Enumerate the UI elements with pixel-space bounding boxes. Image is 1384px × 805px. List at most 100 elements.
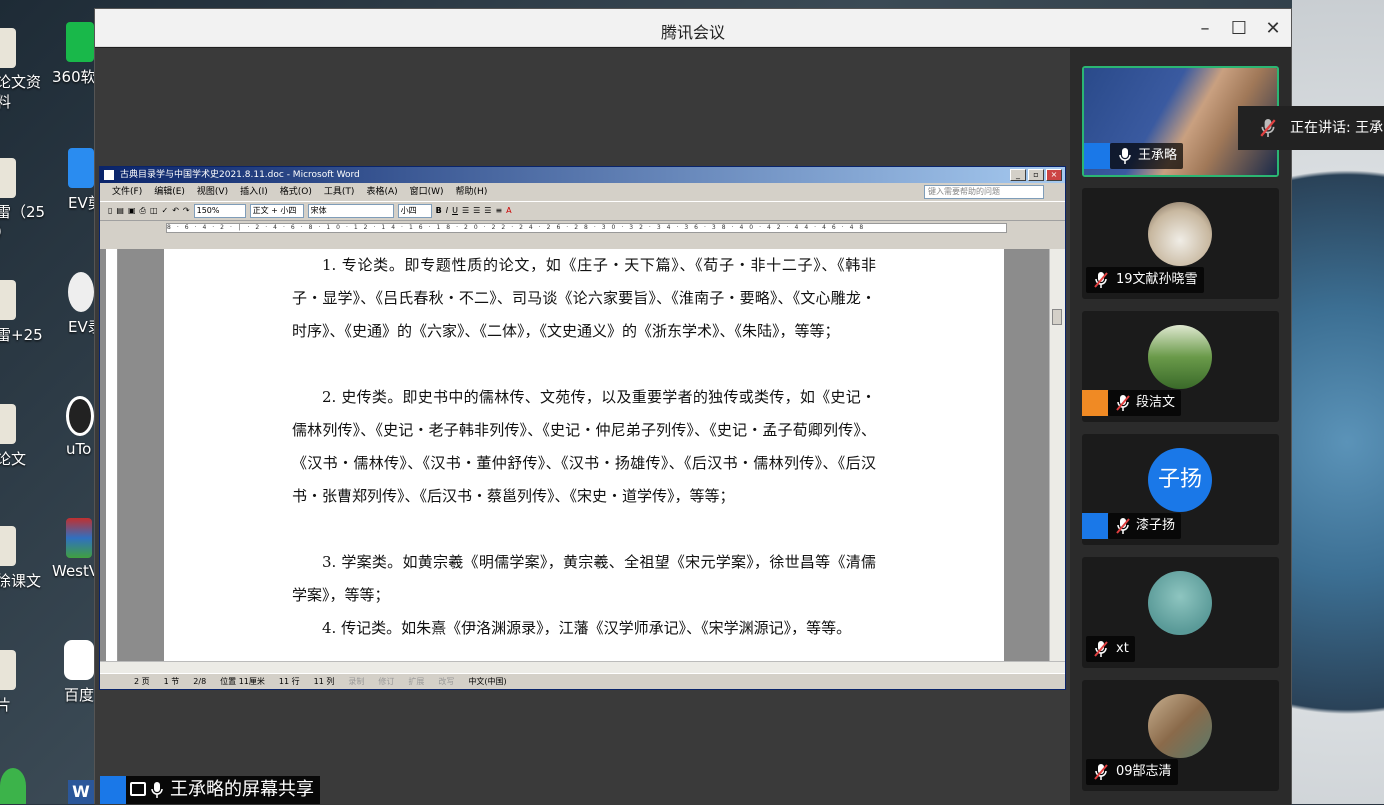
underline-button[interactable]: U xyxy=(452,202,458,220)
align-right-icon[interactable]: ☰ xyxy=(484,202,491,220)
minimize-button[interactable]: – xyxy=(1191,15,1219,43)
word-toolbar: ▯ ▤ ▣ ⎙ ◫ ✓ ↶ ↷ 150% 正文 + 小四 宋体 小四 B I U… xyxy=(100,201,1065,221)
desktop-icon-utools[interactable]: uTo xyxy=(66,396,94,458)
vertical-ruler[interactable] xyxy=(106,249,118,661)
desktop-icon-label: 百度 xyxy=(64,686,95,704)
desktop-icon-baidu[interactable]: 百度 xyxy=(64,640,94,705)
desktop-icon-label: 片 xyxy=(0,696,12,714)
status-ovr[interactable]: 改写 xyxy=(438,674,454,689)
document-page[interactable]: 1. 专论类。即专题性质的论文，如《庄子・天下篇》、《荀子・非十二子》、《韩非子… xyxy=(164,249,1004,661)
desktop-icon-doc-25[interactable]: 雷（25 ） xyxy=(0,158,45,242)
file-icon xyxy=(0,280,16,320)
horizontal-ruler[interactable]: 8·6·4·2·│·2·4·6·8·10·12·14·16·18·20·22·2… xyxy=(100,221,1065,235)
save-icon[interactable]: ▣ xyxy=(128,202,136,220)
bold-button[interactable]: B xyxy=(436,202,442,220)
font-select[interactable]: 宋体 xyxy=(307,204,394,218)
desktop-icon-papers[interactable]: 论文资 料 xyxy=(0,28,41,112)
list-icon[interactable]: ≡ xyxy=(495,202,502,220)
size-select[interactable]: 小四 xyxy=(397,204,432,218)
word-title-bar[interactable]: 古典目录学与中国学术史2021.8.11.doc - Microsoft Wor… xyxy=(100,167,1065,183)
desktop-icon-label: 雷+25 xyxy=(0,326,43,344)
participant-tile[interactable]: 子扬 漆子扬 xyxy=(1082,434,1279,545)
desktop-icon-pictures[interactable]: 片 xyxy=(0,650,16,715)
scroll-thumb[interactable] xyxy=(1052,309,1062,325)
ruler-scale: 8·6·4·2·│·2·4·6·8·10·12·14·16·18·20·22·2… xyxy=(166,223,1007,233)
menu-insert[interactable]: 插入(I) xyxy=(240,183,268,201)
desktop-icon-label: 论文 xyxy=(0,450,27,468)
status-trk[interactable]: 修订 xyxy=(378,674,394,689)
status-pages: 2/8 xyxy=(193,677,207,686)
participant-name-bar: 09郜志清 xyxy=(1086,759,1178,785)
menu-table[interactable]: 表格(A) xyxy=(366,183,397,201)
file-icon xyxy=(0,404,16,444)
desktop-icon-label: 徐课文 xyxy=(0,572,42,590)
participant-name-bar: 漆子扬 xyxy=(1108,513,1182,539)
new-doc-icon[interactable]: ▯ xyxy=(108,202,112,220)
utools-icon xyxy=(66,396,94,436)
menu-edit[interactable]: 编辑(E) xyxy=(154,183,185,201)
align-center-icon[interactable]: ☰ xyxy=(473,202,480,220)
screen-icon xyxy=(130,782,146,796)
file-icon xyxy=(0,650,16,690)
participant-name: 王承略 xyxy=(1138,148,1178,163)
vertical-scrollbar[interactable] xyxy=(1049,249,1065,661)
open-icon[interactable]: ▤ xyxy=(116,202,124,220)
status-col: 11 列 xyxy=(313,677,335,686)
participant-name: 19文献孙晓雪 xyxy=(1116,272,1198,287)
avatar-dog xyxy=(1148,202,1212,266)
word-app-icon[interactable]: W xyxy=(68,780,94,804)
user-badge-icon xyxy=(1082,513,1108,539)
title-bar[interactable]: 腾讯会议 – ☐ ✕ xyxy=(95,9,1291,47)
status-rec[interactable]: 录制 xyxy=(348,674,364,689)
status-ext[interactable]: 扩展 xyxy=(408,674,424,689)
menu-window[interactable]: 窗口(W) xyxy=(410,183,444,201)
font-color-icon[interactable]: A xyxy=(506,202,511,220)
menu-file[interactable]: 文件(F) xyxy=(112,183,142,201)
mic-muted-icon xyxy=(1094,272,1108,288)
participant-name: 09郜志清 xyxy=(1116,764,1172,779)
horizontal-scrollbar[interactable] xyxy=(100,661,1065,673)
desktop-icon-label: 雷（25 ） xyxy=(0,203,46,241)
participant-name: 漆子扬 xyxy=(1136,518,1176,533)
word-close-button[interactable]: × xyxy=(1046,169,1062,181)
desktop-icon-courseware[interactable]: 徐课文 xyxy=(0,526,41,591)
desktop-icon-360[interactable]: 360软 xyxy=(52,22,96,87)
word-minimize-button[interactable]: _ xyxy=(1010,169,1026,181)
file-icon xyxy=(0,526,16,566)
maximize-button[interactable]: ☐ xyxy=(1225,15,1253,43)
mic-muted-icon xyxy=(1116,518,1130,534)
word-restore-button[interactable]: ▫ xyxy=(1028,169,1044,181)
zoom-select[interactable]: 150% xyxy=(193,204,246,218)
app-icon-bottom[interactable] xyxy=(0,768,26,804)
menu-help[interactable]: 帮助(H) xyxy=(456,183,488,201)
desktop-icon-doc-plus25[interactable]: 雷+25 xyxy=(0,280,43,345)
spell-icon[interactable]: ✓ xyxy=(162,202,169,220)
folder-icon xyxy=(0,28,16,68)
participant-tile[interactable]: 09郜志清 xyxy=(1082,680,1279,791)
align-left-icon[interactable]: ☰ xyxy=(462,202,469,220)
participant-tile[interactable]: 19文献孙晓雪 xyxy=(1082,188,1279,299)
menu-tools[interactable]: 工具(T) xyxy=(324,183,355,201)
share-label-text: 王承略的屏幕共享 xyxy=(170,779,314,800)
menu-format[interactable]: 格式(O) xyxy=(280,183,312,201)
participant-tile[interactable]: xt xyxy=(1082,557,1279,668)
close-button[interactable]: ✕ xyxy=(1259,15,1287,43)
style-select[interactable]: 正文 + 小四 xyxy=(249,204,304,218)
participant-tile[interactable]: 段洁文 xyxy=(1082,311,1279,422)
italic-button[interactable]: I xyxy=(446,202,448,220)
desktop-icon-thesis[interactable]: 论文 xyxy=(0,404,26,469)
menu-view[interactable]: 视图(V) xyxy=(197,183,228,201)
preview-icon[interactable]: ◫ xyxy=(150,202,158,220)
file-icon xyxy=(0,158,16,198)
speaking-text: 正在讲话: 王承 xyxy=(1290,120,1384,136)
redo-icon[interactable]: ↷ xyxy=(183,202,190,220)
word-status-bar: 2 页 1 节 2/8 位置 11厘米 11 行 11 列 录制 修订 扩展 改… xyxy=(100,673,1065,689)
undo-icon[interactable]: ↶ xyxy=(172,202,179,220)
paragraph-4: 4. 传记类。如朱熹《伊洛渊源录》，江藩《汉学师承记》、《宋学渊源记》，等等。 xyxy=(322,619,852,637)
user-badge-icon xyxy=(1082,390,1108,416)
avatar-street xyxy=(1148,694,1212,758)
help-search-input[interactable]: 键入需要帮助的问题 xyxy=(924,185,1044,199)
print-icon[interactable]: ⎙ xyxy=(140,202,146,220)
desktop-icon-westwind[interactable]: WestV xyxy=(52,518,99,580)
baidu-netdisk-icon xyxy=(64,640,94,680)
